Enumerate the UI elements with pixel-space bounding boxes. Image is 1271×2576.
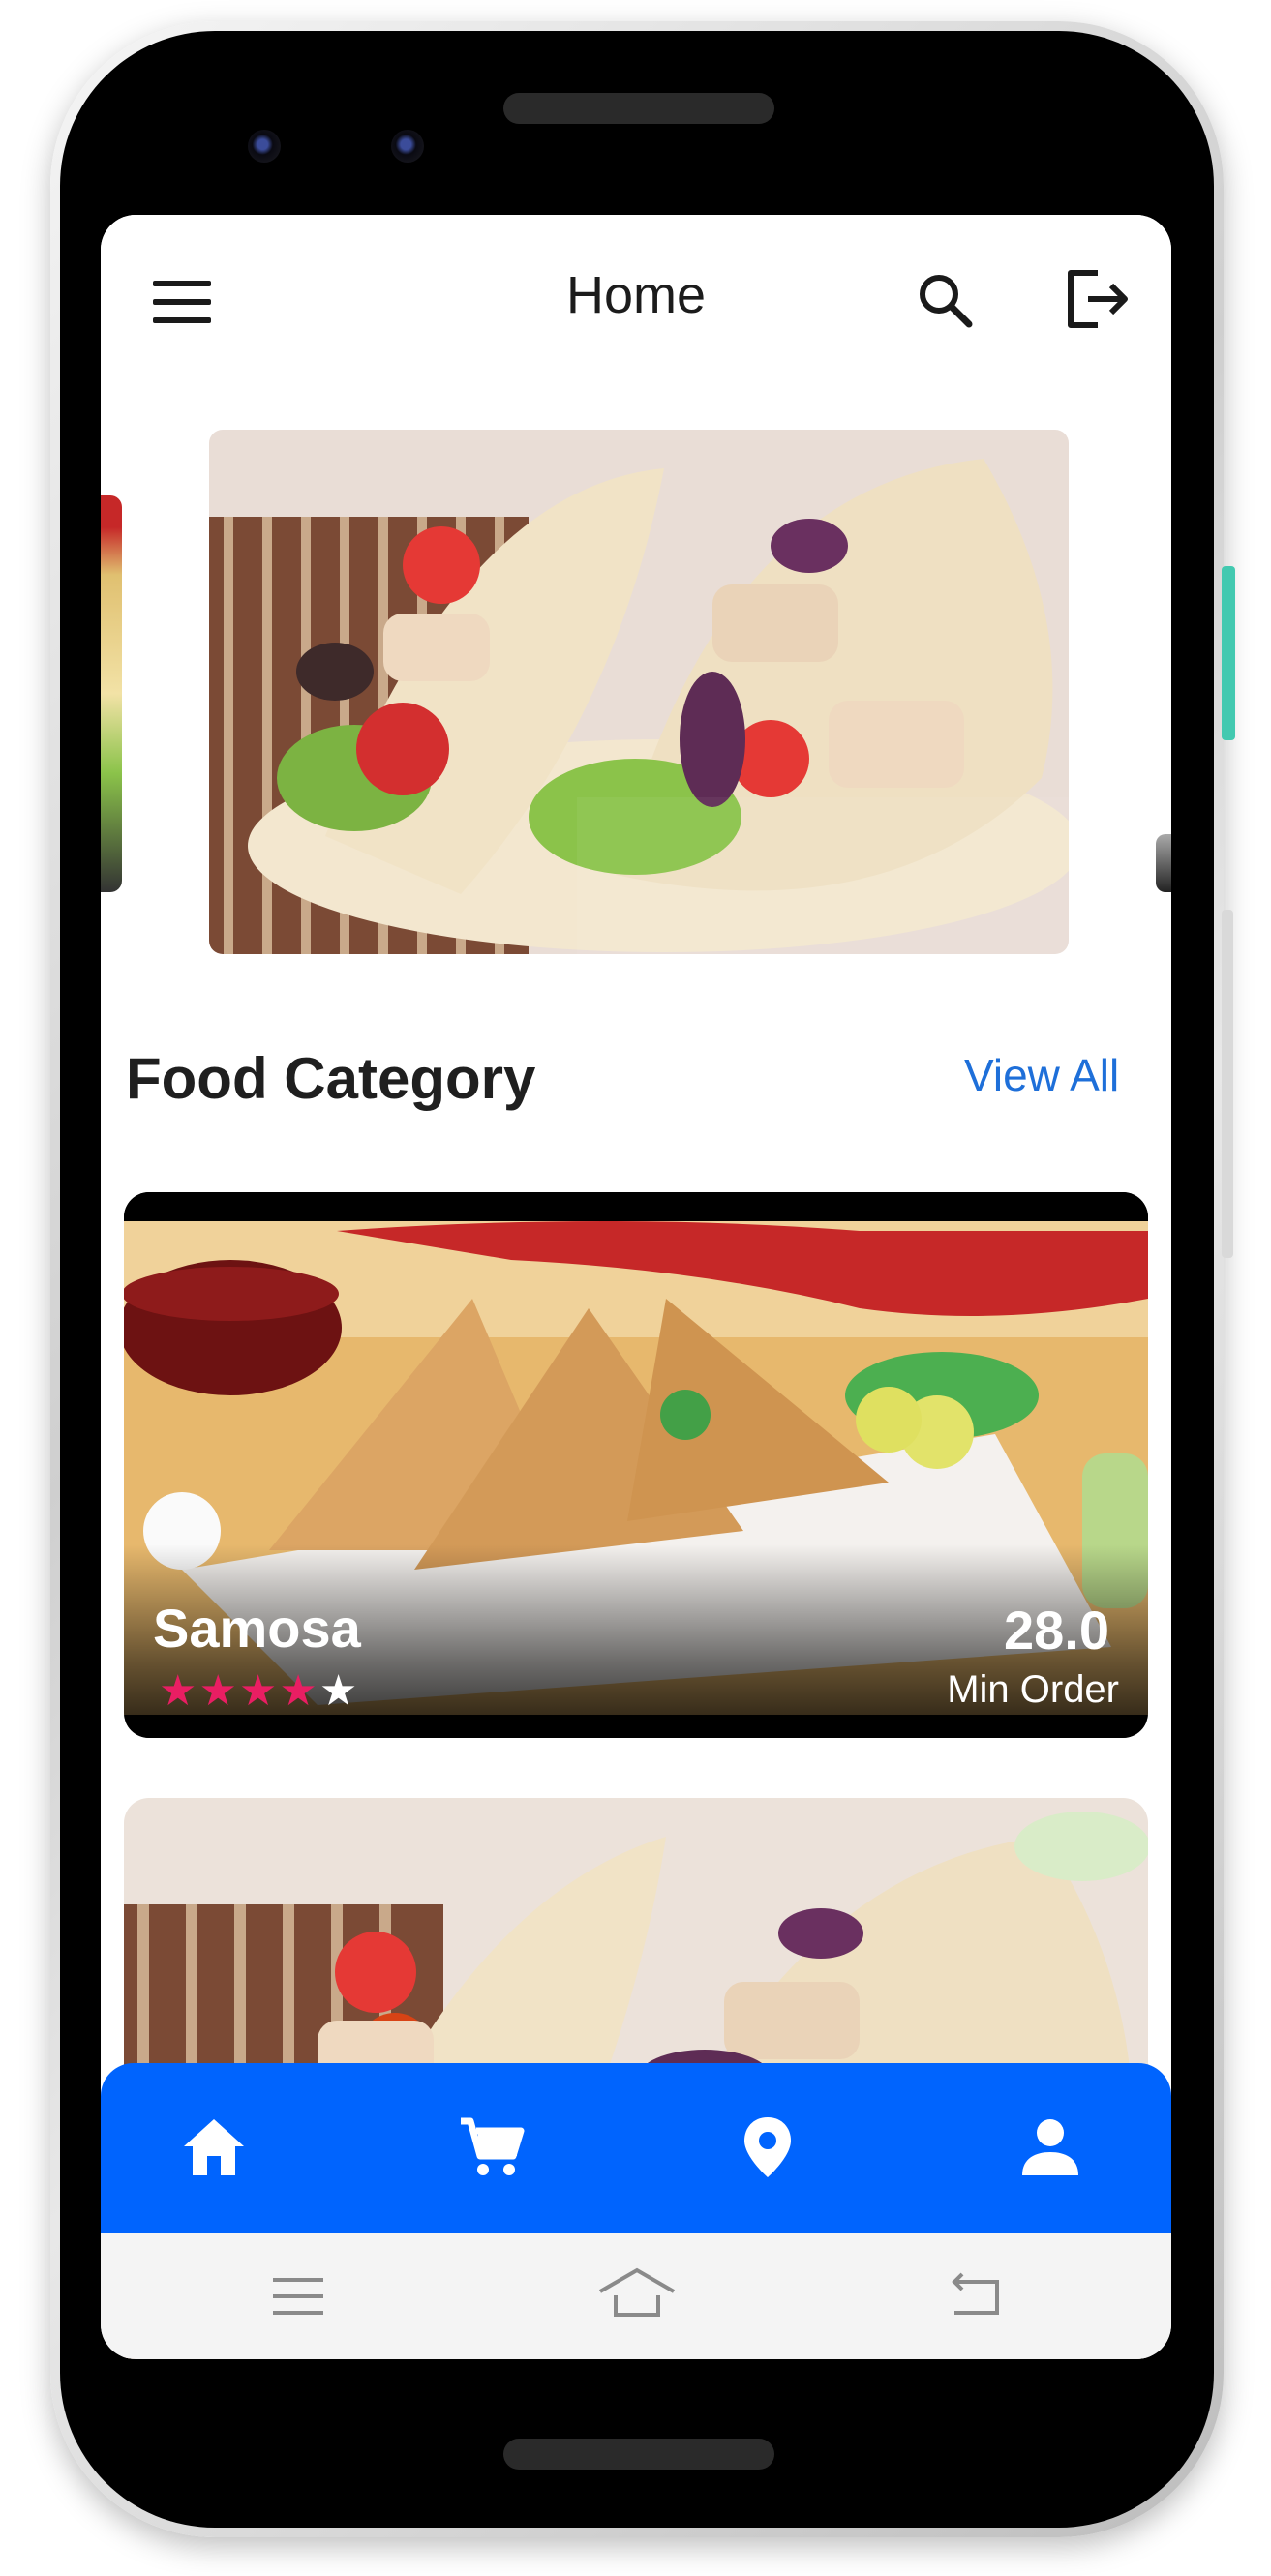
logout-icon[interactable] [1065, 267, 1133, 331]
search-icon[interactable] [916, 271, 974, 329]
page-title: Home [565, 266, 707, 324]
recents-icon[interactable] [269, 2274, 327, 2319]
star-icon-filled: ★ [238, 1667, 280, 1715]
app-screen: Home Food Category View All Samosa ★★★★★… [101, 215, 1171, 2359]
cart-icon[interactable] [457, 2113, 525, 2181]
star-icon-empty: ★ [318, 1667, 360, 1715]
section-title: Food Category [126, 1046, 536, 1111]
earpiece [503, 93, 774, 124]
bottom-navigation [101, 2063, 1171, 2233]
front-camera-left [248, 130, 281, 163]
home-system-icon[interactable] [596, 2264, 678, 2322]
bottom-speaker [503, 2439, 774, 2470]
star-icon-filled: ★ [279, 1667, 319, 1715]
star-icon-filled: ★ [198, 1667, 239, 1715]
volume-button [1222, 910, 1233, 1258]
home-icon[interactable] [180, 2113, 248, 2181]
carousel-next-slide[interactable] [1156, 834, 1171, 892]
star-icon-filled: ★ [159, 1667, 199, 1715]
person-icon[interactable] [1016, 2113, 1084, 2181]
wrap-food-image [209, 430, 1069, 954]
food-name: Samosa [153, 1598, 361, 1659]
banner-image-wrap[interactable] [209, 430, 1069, 954]
food-card[interactable]: Samosa ★★★★★ 28.0 Min Order [124, 1192, 1148, 1738]
rating-stars: ★★★★★ [159, 1666, 359, 1716]
view-all-link[interactable]: View All [964, 1049, 1119, 1101]
power-button [1222, 566, 1235, 740]
front-camera-right [391, 130, 424, 163]
system-nav-bar [101, 2233, 1171, 2359]
back-icon[interactable] [943, 2270, 1005, 2321]
location-pin-icon[interactable] [734, 2113, 802, 2181]
app-bar: Home [101, 215, 1171, 384]
min-order-label: Min Order [947, 1668, 1119, 1711]
min-order-value: 28.0 [1004, 1600, 1109, 1661]
carousel-prev-slide[interactable] [101, 495, 122, 892]
